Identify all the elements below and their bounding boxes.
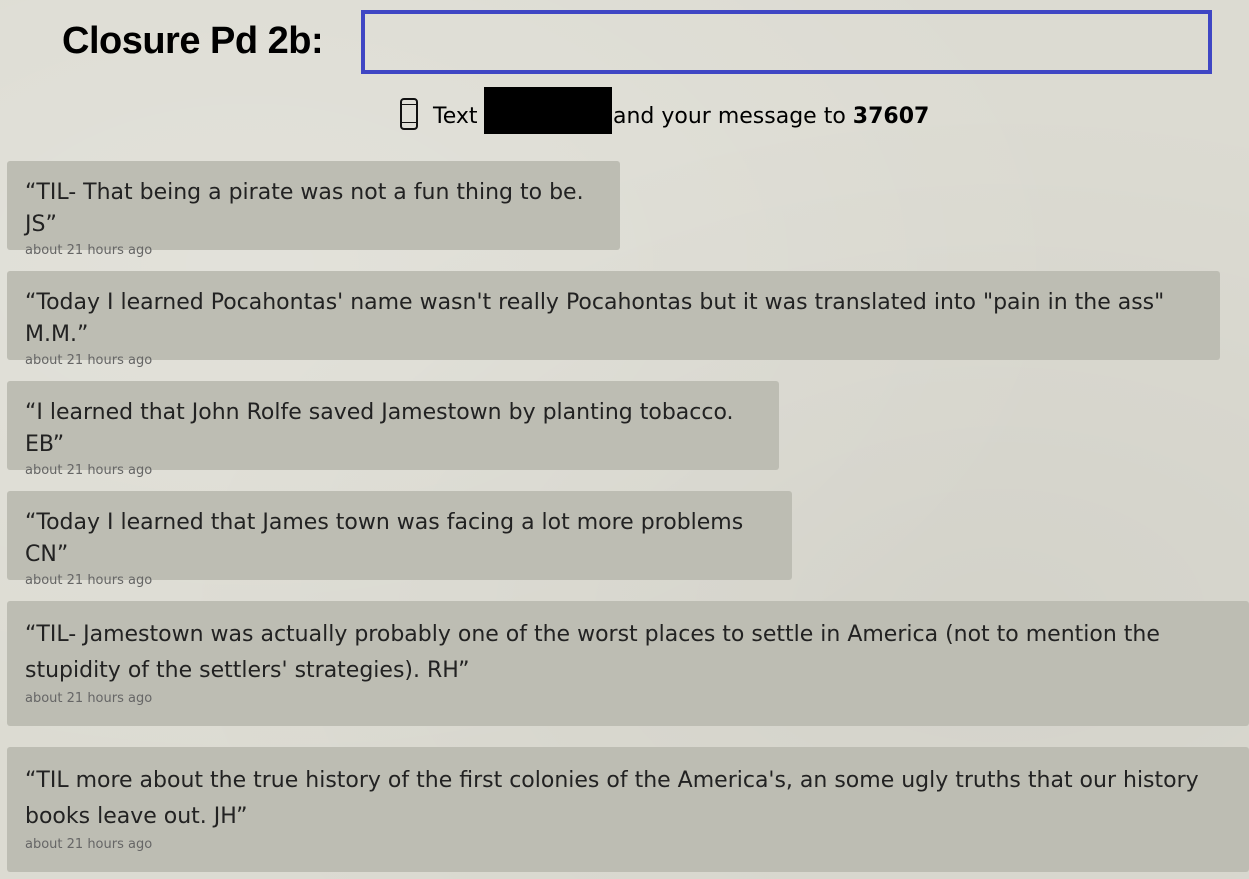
response-message: “TIL- Jamestown was actually probably on… [25, 622, 1160, 683]
response-time: about 21 hours ago [25, 691, 153, 706]
response-card: “TIL- That being a pirate was not a fun … [7, 161, 620, 258]
response-card: “Today I learned that James town was fac… [7, 491, 792, 588]
response-message: “TIL more about the true history of the … [25, 768, 1199, 829]
response-card: “I learned that John Rolfe saved Jamesto… [7, 381, 779, 478]
response-time: about 21 hours ago [25, 243, 153, 258]
response-card: “Today I learned Pocahontas' name wasn't… [7, 271, 1220, 368]
response-time: about 21 hours ago [25, 837, 153, 852]
response-card: “TIL- Jamestown was actually probably on… [7, 601, 1249, 726]
response-message: “I learned that John Rolfe saved Jamesto… [25, 400, 734, 457]
response-card: “TIL more about the true history of the … [7, 747, 1249, 872]
response-message: “TIL- That being a pirate was not a fun … [25, 180, 584, 237]
response-time: about 21 hours ago [25, 463, 153, 478]
responses-list: “TIL- That being a pirate was not a fun … [0, 0, 1249, 879]
response-message: “Today I learned Pocahontas' name wasn't… [25, 290, 1165, 347]
response-message: “Today I learned that James town was fac… [25, 510, 744, 567]
response-time: about 21 hours ago [25, 353, 153, 368]
response-time: about 21 hours ago [25, 573, 153, 588]
